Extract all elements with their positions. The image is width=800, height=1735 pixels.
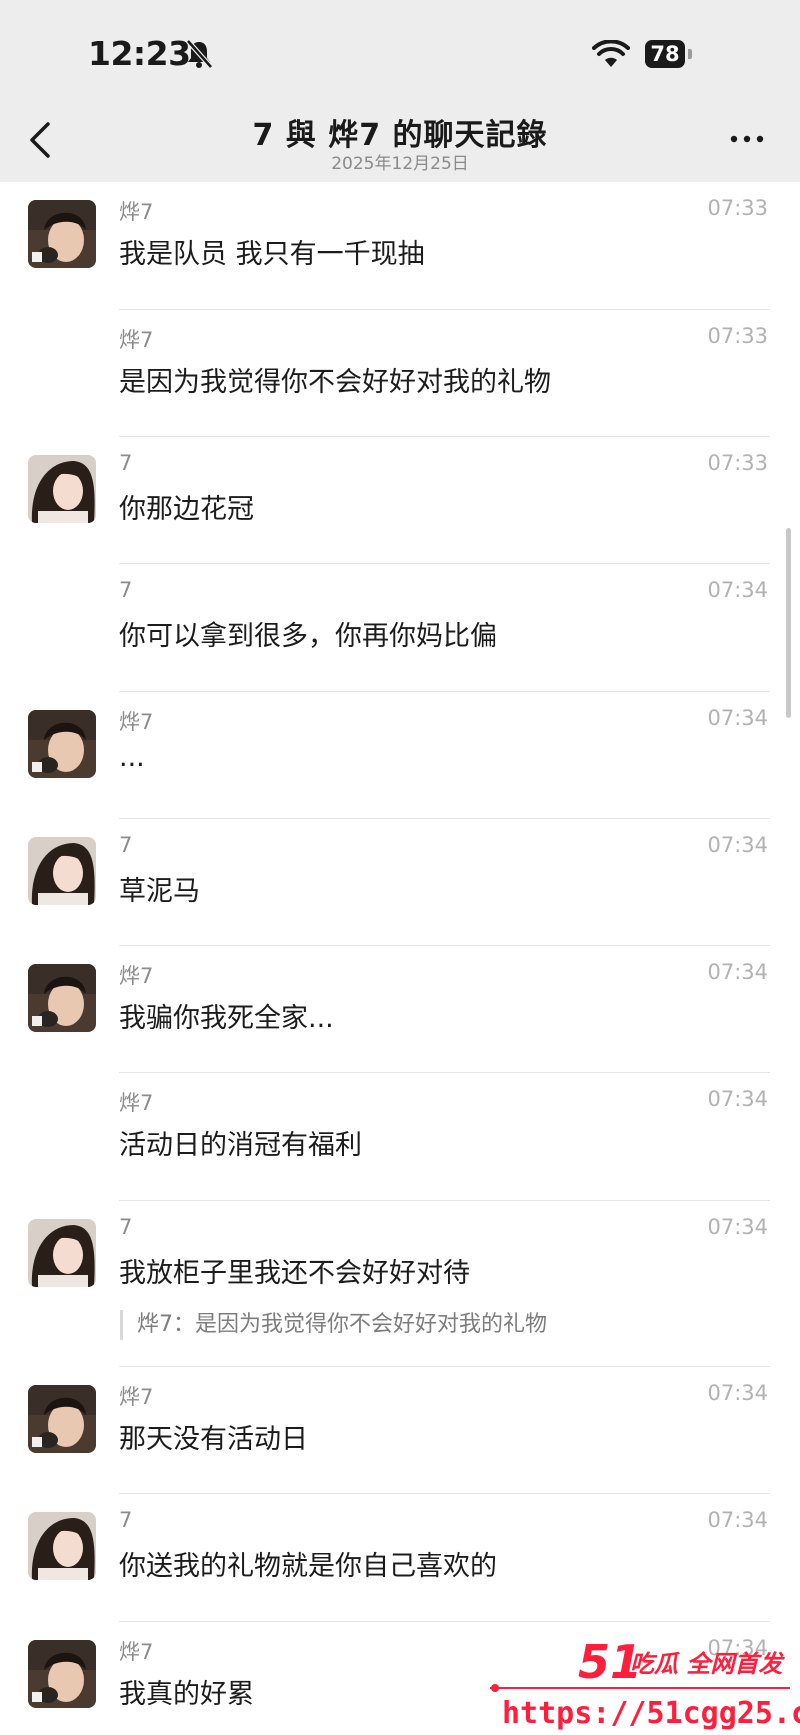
message-text: 我放柜子里我还不会好好对待 bbox=[119, 1258, 470, 1289]
watermark-logo: 51 吃瓜 全网首发 https://51cgg25.com bbox=[490, 1635, 800, 1731]
svg-text:吃瓜 全网首发: 吃瓜 全网首发 bbox=[630, 1650, 785, 1678]
svg-text:https://51cgg25.com: https://51cgg25.com bbox=[502, 1696, 800, 1731]
avatar[interactable] bbox=[28, 710, 96, 778]
status-bar-time: 12:23 bbox=[88, 34, 191, 73]
message-time: 07:34 bbox=[707, 706, 768, 730]
avatar[interactable] bbox=[28, 1512, 96, 1580]
battery-level: 78 bbox=[645, 40, 685, 68]
message-row[interactable]: 7 07:34 我放柜子里我还不会好好对待烨7：是因为我觉得你不会好好对我的礼物 bbox=[0, 1201, 800, 1367]
sender-name: 烨7 bbox=[119, 328, 154, 352]
message-text: ... bbox=[119, 742, 145, 773]
message-text: 活动日的消冠有福利 bbox=[119, 1130, 362, 1161]
sender-name: 7 bbox=[119, 1508, 133, 1532]
message-text: 那天没有活动日 bbox=[119, 1424, 308, 1455]
avatar[interactable] bbox=[28, 837, 96, 905]
sender-name: 7 bbox=[119, 451, 133, 475]
message-text: 是因为我觉得你不会好好对我的礼物 bbox=[119, 367, 551, 398]
message-row[interactable]: 烨7 07:34... bbox=[0, 692, 800, 819]
message-text: 我真的好累 bbox=[119, 1679, 254, 1710]
sender-name: 7 bbox=[119, 833, 133, 857]
sender-name: 烨7 bbox=[119, 710, 154, 734]
battery-indicator: 78 bbox=[645, 40, 693, 68]
message-text: 你送我的礼物就是你自己喜欢的 bbox=[119, 1551, 497, 1582]
message-row[interactable]: 7 07:34 你可以拿到很多，你再你妈比偏 bbox=[0, 564, 800, 692]
sender-name: 烨7 bbox=[119, 1385, 154, 1409]
avatar[interactable] bbox=[28, 1640, 96, 1708]
message-row[interactable]: 7 07:34 你送我的礼物就是你自己喜欢的 bbox=[0, 1494, 800, 1622]
bell-muted-icon bbox=[186, 39, 213, 69]
message-row[interactable]: 7 07:33 你那边花冠 bbox=[0, 437, 800, 564]
sender-name: 7 bbox=[119, 1215, 133, 1239]
sender-name: 7 bbox=[119, 578, 133, 602]
quoted-message[interactable]: 烨7：是因为我觉得你不会好好对我的礼物 bbox=[120, 1310, 547, 1340]
message-time: 07:34 bbox=[707, 833, 768, 857]
message-text: 我骗你我死全家... bbox=[119, 1003, 334, 1034]
message-row[interactable]: 烨7 07:33 是因为我觉得你不会好好对我的礼物 bbox=[0, 310, 800, 437]
chat-header: 12:23 78 7 與 烨7 的聊天記錄 2025年12月25日 bbox=[0, 0, 800, 182]
sender-name: 烨7 bbox=[119, 1091, 154, 1115]
avatar[interactable] bbox=[28, 200, 96, 268]
message-text: 你那边花冠 bbox=[119, 494, 254, 525]
avatar[interactable] bbox=[28, 964, 96, 1032]
message-time: 07:33 bbox=[707, 451, 768, 475]
wifi-icon bbox=[592, 40, 630, 67]
message-row[interactable]: 烨7 07:33 我是队员 我只有一千现抽 bbox=[0, 182, 800, 310]
message-time: 07:34 bbox=[707, 1215, 768, 1239]
message-time: 07:34 bbox=[707, 578, 768, 602]
more-options-icon[interactable] bbox=[728, 132, 766, 146]
message-time: 07:34 bbox=[707, 1381, 768, 1405]
avatar[interactable] bbox=[28, 1385, 96, 1453]
sender-name: 烨7 bbox=[119, 964, 154, 988]
message-text: 我是队员 我只有一千现抽 bbox=[119, 239, 425, 270]
message-time: 07:34 bbox=[707, 1087, 768, 1111]
sender-name: 烨7 bbox=[119, 200, 154, 224]
message-row[interactable]: 烨7 07:34 活动日的消冠有福利 bbox=[0, 1073, 800, 1201]
avatar[interactable] bbox=[28, 455, 96, 523]
page-title: 7 與 烨7 的聊天記錄 bbox=[252, 118, 548, 153]
message-text: 你可以拿到很多，你再你妈比偏 bbox=[119, 621, 497, 652]
sender-name: 烨7 bbox=[119, 1640, 154, 1664]
message-time: 07:33 bbox=[707, 324, 768, 348]
message-row[interactable]: 烨7 07:34 那天没有活动日 bbox=[0, 1367, 800, 1494]
scrollbar[interactable] bbox=[786, 528, 791, 718]
avatar[interactable] bbox=[28, 1219, 96, 1287]
message-row[interactable]: 7 07:34 草泥马 bbox=[0, 819, 800, 946]
message-time: 07:34 bbox=[707, 1508, 768, 1532]
chat-date: 2025年12月25日 bbox=[331, 154, 469, 174]
message-row[interactable]: 烨7 07:34 我骗你我死全家... bbox=[0, 946, 800, 1073]
message-time: 07:34 bbox=[707, 960, 768, 984]
message-list[interactable]: 烨7 07:33 我是队员 我只有一千现抽 烨7 07:33 是因为我觉得你不会好好对我的… bbox=[0, 182, 800, 1735]
message-time: 07:33 bbox=[707, 196, 768, 220]
message-text: 草泥马 bbox=[119, 876, 200, 907]
